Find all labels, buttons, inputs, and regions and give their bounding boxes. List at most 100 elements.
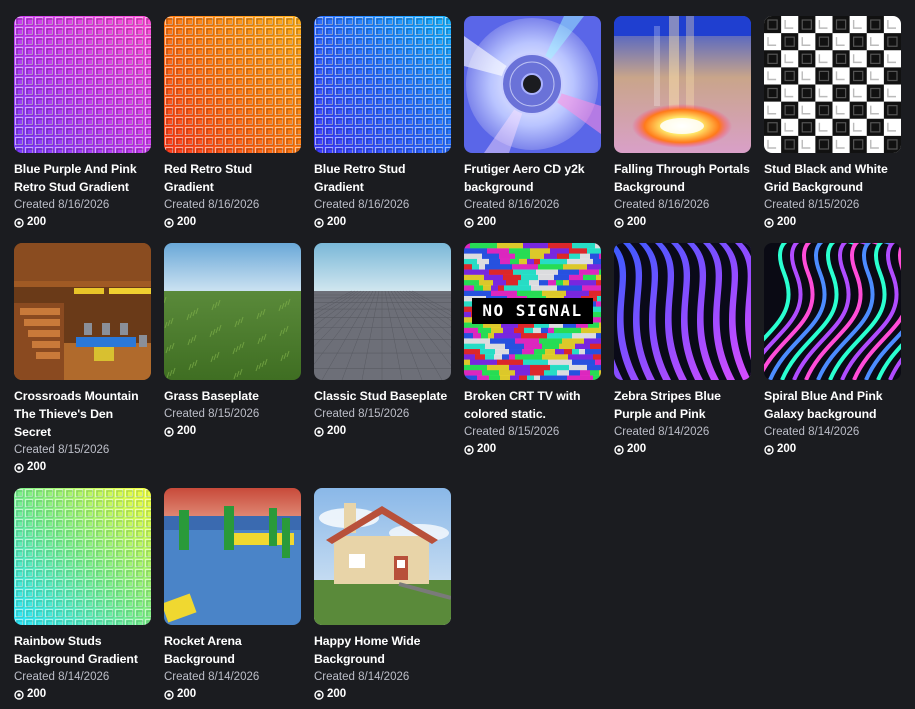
item-card[interactable]: Happy Home Wide Background Created 8/14/2… (314, 488, 451, 703)
item-created-date: Created 8/16/2026 (314, 199, 410, 211)
item-price-value: 200 (777, 443, 797, 455)
item-created-date: Created 8/15/2026 (164, 408, 260, 420)
item-price-value: 200 (27, 688, 47, 700)
item-price-value: 200 (477, 443, 497, 455)
item-title[interactable]: Blue Purple And Pink Retro Stud Gradient (14, 160, 151, 196)
robux-icon (14, 462, 24, 473)
robux-icon (614, 444, 624, 455)
item-thumbnail[interactable] (764, 243, 901, 380)
item-card[interactable]: Blue Purple And Pink Retro Stud Gradient… (14, 16, 151, 231)
robux-icon (764, 444, 774, 455)
robux-icon (164, 426, 174, 437)
item-price: 200 (314, 686, 451, 703)
item-created-date: Created 8/16/2026 (14, 199, 110, 211)
item-price: 200 (14, 686, 151, 703)
item-card[interactable]: Rainbow Studs Background Gradient Created… (14, 488, 151, 703)
item-price: 200 (14, 459, 151, 476)
item-price: 200 (164, 214, 301, 231)
item-thumbnail[interactable] (614, 243, 751, 380)
robux-icon (464, 444, 474, 455)
item-thumbnail[interactable] (614, 16, 751, 153)
item-thumbnail[interactable] (164, 488, 301, 625)
item-title[interactable]: Falling Through Portals Background (614, 160, 751, 196)
item-price: 200 (764, 441, 901, 458)
item-price: 200 (764, 214, 901, 231)
item-created-date: Created 8/15/2026 (314, 408, 410, 420)
item-price: 200 (464, 441, 601, 458)
robux-icon (14, 689, 24, 700)
item-title[interactable]: Crossroads Mountain The Thieve's Den Sec… (14, 387, 151, 441)
item-price: 200 (614, 441, 751, 458)
robux-icon (764, 217, 774, 228)
item-thumbnail[interactable] (764, 16, 901, 153)
item-thumbnail[interactable] (314, 488, 451, 625)
item-title[interactable]: Red Retro Stud Gradient (164, 160, 301, 196)
item-price: 200 (14, 214, 151, 231)
item-price: 200 (464, 214, 601, 231)
item-thumbnail[interactable] (14, 243, 151, 380)
item-price-value: 200 (27, 461, 47, 473)
item-title[interactable]: Broken CRT TV with colored static. (464, 387, 601, 423)
item-thumbnail[interactable] (464, 16, 601, 153)
item-price: 200 (164, 686, 301, 703)
item-title[interactable]: Spiral Blue And Pink Galaxy background (764, 387, 901, 423)
item-price: 200 (164, 423, 301, 440)
item-card[interactable]: Stud Black and White Grid Background Crea… (764, 16, 901, 231)
item-created-date: Created 8/15/2026 (764, 199, 860, 211)
item-thumbnail[interactable] (164, 16, 301, 153)
robux-icon (314, 426, 324, 437)
item-created-date: Created 8/14/2026 (314, 671, 410, 683)
item-card[interactable]: Falling Through Portals Background Create… (614, 16, 751, 231)
item-card[interactable]: Zebra Stripes Blue Purple and Pink Create… (614, 243, 751, 458)
item-title[interactable]: Rocket Arena Background (164, 632, 301, 668)
item-created-date: Created 8/14/2026 (14, 671, 110, 683)
item-price: 200 (314, 214, 451, 231)
robux-icon (14, 217, 24, 228)
item-thumbnail[interactable]: NO SIGNAL (464, 243, 601, 380)
robux-icon (464, 217, 474, 228)
item-card[interactable]: Spiral Blue And Pink Galaxy background Cr… (764, 243, 901, 458)
robux-icon (314, 217, 324, 228)
item-thumbnail[interactable] (314, 16, 451, 153)
item-thumbnail[interactable] (14, 16, 151, 153)
item-card[interactable]: Red Retro Stud Gradient Created 8/16/2026… (164, 16, 301, 231)
item-title[interactable]: Frutiger Aero CD y2k background (464, 160, 601, 196)
item-created-date: Created 8/14/2026 (614, 426, 710, 438)
item-card[interactable]: Blue Retro Stud Gradient Created 8/16/202… (314, 16, 451, 231)
item-title[interactable]: Grass Baseplate (164, 387, 301, 405)
item-card[interactable]: Rocket Arena Background Created 8/14/2026… (164, 488, 301, 703)
item-price-value: 200 (177, 688, 197, 700)
item-created-date: Created 8/16/2026 (464, 199, 560, 211)
item-price-value: 200 (177, 425, 197, 437)
robux-icon (614, 217, 624, 228)
item-created-date: Created 8/15/2026 (464, 426, 560, 438)
item-price-value: 200 (777, 216, 797, 228)
item-created-date: Created 8/15/2026 (14, 444, 110, 456)
item-price: 200 (314, 423, 451, 440)
item-card[interactable]: NO SIGNAL Broken CRT TV with colored stat… (464, 243, 601, 458)
item-thumbnail[interactable] (164, 243, 301, 380)
item-price-value: 200 (477, 216, 497, 228)
robux-icon (164, 689, 174, 700)
item-price-value: 200 (327, 216, 347, 228)
item-created-date: Created 8/14/2026 (764, 426, 860, 438)
item-card[interactable]: Crossroads Mountain The Thieve's Den Sec… (14, 243, 151, 476)
item-card[interactable]: Classic Stud Baseplate Created 8/15/2026 2… (314, 243, 451, 440)
item-created-date: Created 8/16/2026 (614, 199, 710, 211)
item-created-date: Created 8/14/2026 (164, 671, 260, 683)
item-card[interactable]: Grass Baseplate Created 8/15/2026 200 (164, 243, 301, 440)
item-price-value: 200 (327, 688, 347, 700)
item-thumbnail[interactable] (14, 488, 151, 625)
item-title[interactable]: Stud Black and White Grid Background (764, 160, 901, 196)
item-thumbnail[interactable] (314, 243, 451, 380)
item-title[interactable]: Blue Retro Stud Gradient (314, 160, 451, 196)
item-title[interactable]: Zebra Stripes Blue Purple and Pink (614, 387, 751, 423)
item-title[interactable]: Happy Home Wide Background (314, 632, 451, 668)
item-price-value: 200 (327, 425, 347, 437)
item-price-value: 200 (627, 216, 647, 228)
item-created-date: Created 8/16/2026 (164, 199, 260, 211)
robux-icon (314, 689, 324, 700)
item-title[interactable]: Classic Stud Baseplate (314, 387, 451, 405)
item-title[interactable]: Rainbow Studs Background Gradient (14, 632, 151, 668)
item-card[interactable]: Frutiger Aero CD y2k background Created 8… (464, 16, 601, 231)
